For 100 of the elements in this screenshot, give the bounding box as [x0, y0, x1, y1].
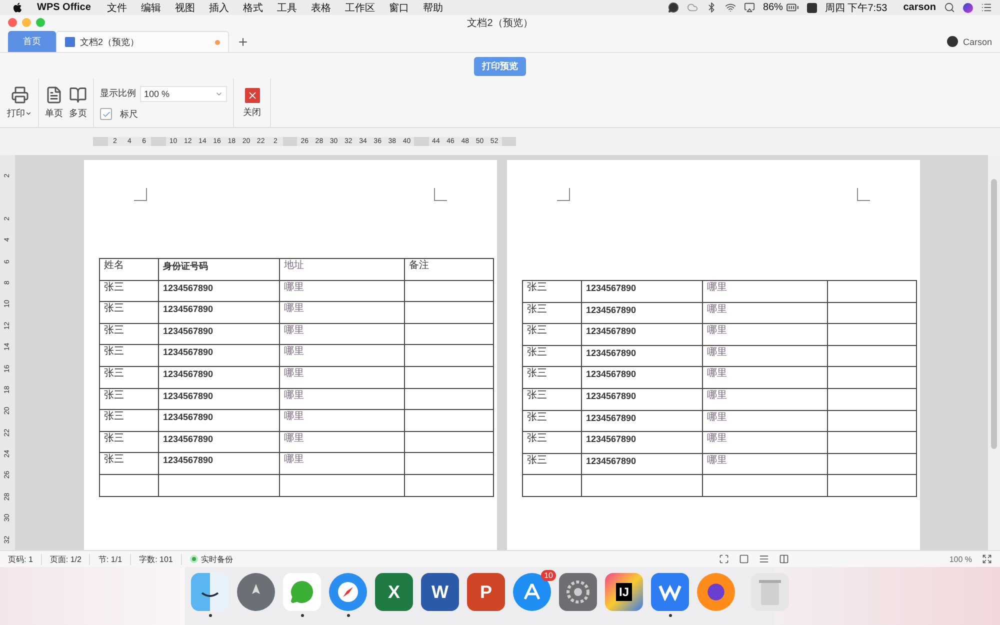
bluetooth-icon[interactable]: [706, 2, 717, 13]
menu-item[interactable]: 文件: [106, 0, 127, 14]
table-cell: 1234567890: [582, 453, 702, 475]
fullscreen-icon[interactable]: [982, 554, 992, 564]
menu-item[interactable]: 格式: [242, 0, 263, 14]
caret-icon: [25, 110, 32, 117]
table-cell: 张三: [522, 432, 582, 454]
table-cell: 哪里: [280, 323, 404, 345]
table-cell: 1234567890: [582, 388, 702, 410]
wifi-icon[interactable]: [724, 2, 736, 13]
table-cell: 哪里: [702, 432, 828, 454]
table-cell: 哪里: [280, 344, 404, 366]
airplay-icon[interactable]: [744, 2, 755, 13]
table-cell: 张三: [522, 453, 582, 475]
menu-item[interactable]: 表格: [310, 0, 331, 14]
battery-percent: 86%: [762, 2, 783, 13]
fit-page-icon[interactable]: [719, 554, 730, 564]
close-window-button[interactable]: [8, 18, 17, 27]
table-cell: 张三: [522, 366, 582, 388]
battery-icon[interactable]: [786, 1, 799, 14]
powerpoint-app-icon[interactable]: P: [467, 573, 505, 611]
window-title: 文档2（预览）: [467, 18, 533, 28]
scrollbar-thumb[interactable]: [991, 179, 997, 449]
table-cell: 哪里: [702, 410, 828, 432]
page-view-icon[interactable]: [739, 554, 750, 564]
menu-item[interactable]: 帮助: [422, 0, 443, 14]
document-icon: [65, 37, 75, 47]
single-page-button[interactable]: 单页: [45, 86, 63, 120]
book-icon: [69, 86, 87, 104]
finder-app-icon[interactable]: [191, 573, 229, 611]
table-cell: 张三: [522, 388, 582, 410]
menu-item[interactable]: 工作区: [344, 0, 375, 14]
print-button[interactable]: 打印: [7, 86, 32, 120]
apple-icon[interactable]: [12, 2, 23, 13]
table-cell: 张三: [522, 324, 582, 346]
checkmark-icon: [102, 110, 110, 118]
close-icon: [244, 88, 260, 102]
table-cell: 姓名: [100, 258, 158, 280]
close-button[interactable]: 关闭: [243, 88, 261, 118]
table-cell: 1234567890: [582, 280, 702, 302]
table-cell: 张三: [100, 410, 158, 432]
intellij-app-icon[interactable]: IJ: [605, 573, 643, 611]
text-view-icon[interactable]: [759, 554, 770, 564]
clock[interactable]: 周四 下午7:53: [824, 0, 888, 14]
table-cell: 1234567890: [158, 302, 280, 324]
backup-label[interactable]: 实时备份: [200, 554, 233, 564]
status-text: 页面: 1/2: [50, 554, 90, 564]
table-cell: 哪里: [702, 324, 828, 346]
avatar[interactable]: [946, 36, 958, 47]
wechat-app-icon[interactable]: [283, 573, 321, 611]
menu-item[interactable]: 工具: [276, 0, 297, 14]
table-cell: 张三: [100, 388, 158, 410]
siri-icon[interactable]: [963, 2, 973, 12]
table-cell: 哪里: [702, 388, 828, 410]
menu-item[interactable]: 窗口: [388, 0, 409, 14]
settings-app-icon[interactable]: [559, 573, 597, 611]
table-cell: 地址: [280, 258, 404, 280]
table-cell: 张三: [100, 366, 158, 388]
menu-item[interactable]: 编辑: [140, 0, 161, 14]
table-cell: 哪里: [702, 366, 828, 388]
list-icon[interactable]: [981, 2, 992, 13]
appstore-app-icon[interactable]: [513, 573, 551, 611]
word-app-icon[interactable]: W: [421, 573, 459, 611]
table-cell: 1234567890: [582, 432, 702, 454]
multi-page-button[interactable]: 多页: [69, 86, 87, 120]
table-cell: 1234567890: [582, 410, 702, 432]
table-cell: 哪里: [702, 280, 828, 302]
account-name[interactable]: Carson: [962, 36, 992, 46]
tray-app-icon[interactable]: [806, 2, 817, 12]
tab[interactable]: 文档2（预览）: [56, 31, 229, 52]
search-icon[interactable]: [944, 2, 955, 13]
app-menu[interactable]: WPS Office: [37, 2, 91, 13]
table-cell: [522, 474, 582, 496]
safari-app-icon[interactable]: [329, 573, 367, 611]
table-cell: 1234567890: [582, 345, 702, 367]
zoom-select[interactable]: 100 %: [140, 86, 227, 102]
table-cell: 1234567890: [158, 410, 280, 432]
margin-corner-mark: [434, 188, 447, 201]
launchpad-app-icon[interactable]: [237, 573, 275, 611]
menu-item[interactable]: 插入: [208, 0, 229, 14]
table-cell: 1234567890: [582, 366, 702, 388]
table-cell: 哪里: [280, 431, 404, 453]
ruler-checkbox[interactable]: 标尺: [100, 108, 227, 120]
wps-app-icon[interactable]: [651, 573, 689, 611]
chat-icon[interactable]: [668, 2, 679, 13]
table-cell: 张三: [100, 344, 158, 366]
notification-badge: 10: [541, 570, 556, 581]
table-cell: 1234567890: [158, 280, 280, 302]
page-icon: [45, 86, 63, 104]
table-cell: 哪里: [280, 452, 404, 474]
excel-app-icon[interactable]: X: [375, 573, 413, 611]
zoom-level[interactable]: 100 %: [949, 554, 972, 564]
table-cell: 哪里: [702, 453, 828, 475]
table-cell: 张三: [100, 431, 158, 453]
table-cell: 张三: [100, 452, 158, 474]
zoom-label: 显示比例: [100, 87, 136, 100]
menu-item[interactable]: 视图: [174, 0, 195, 14]
columns-view-icon[interactable]: [779, 554, 790, 564]
user-name[interactable]: carson: [903, 2, 936, 13]
firefox-app-icon[interactable]: [697, 573, 735, 611]
